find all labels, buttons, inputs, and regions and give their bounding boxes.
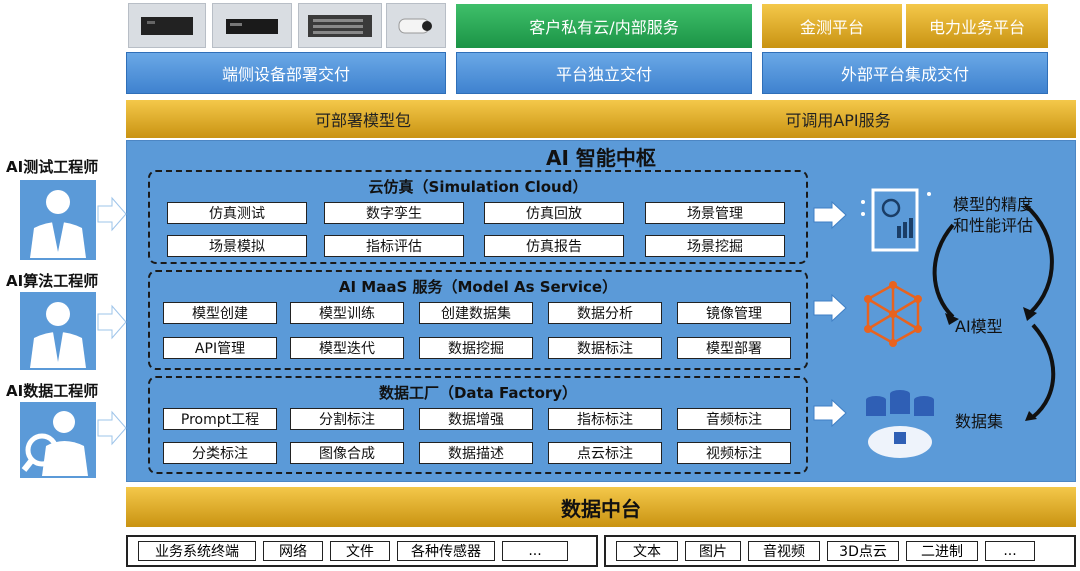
client-cloud-bar: 客户私有云/内部服务 [456,4,752,48]
external-delivery-bar: 外部平台集成交付 [762,52,1048,94]
edge-delivery-label: 端侧设备部署交付 [221,65,350,84]
mini-pc-icon [226,18,278,34]
model-package-bar: 可部署模型包 [126,100,600,138]
jince-label: 金测平台 [799,18,864,37]
simulation-title: 云仿真（Simulation Cloud） [368,178,588,196]
arrow-right-icon [813,398,847,428]
server-image [298,3,382,48]
arrow-right-icon [813,293,847,323]
source-item: 文件 [330,541,390,561]
source-item: 各种传感器 [397,541,495,561]
jince-bar: 金测平台 [762,4,902,48]
sim-cell: 指标评估 [324,235,464,257]
sim-cell: 场景模拟 [167,235,307,257]
neural-network-icon [864,281,922,347]
maas-cell: 模型迭代 [290,337,404,359]
test-engineer-avatar [20,180,96,260]
sim-cell: 仿真回放 [484,202,624,224]
sources-right-box: 文本 图片 音视频 3D点云 二进制 ... [604,535,1076,567]
maas-cell: 创建数据集 [419,302,533,324]
role-test-engineer: AI测试工程师 [6,158,99,176]
power-bar: 电力业务平台 [906,4,1048,48]
source-item: 文本 [616,541,678,561]
maas-cell: 数据分析 [548,302,662,324]
mini-pc-image [212,3,292,48]
person-icon [30,190,86,258]
factory-cell: 音频标注 [677,408,791,430]
power-label: 电力业务平台 [928,18,1025,37]
external-delivery-label: 外部平台集成交付 [840,65,969,84]
factory-cell: 指标标注 [548,408,662,430]
platform-delivery-bar: 平台独立交付 [456,52,752,94]
maas-cell: 镜像管理 [677,302,791,324]
maas-title: AI MaaS 服务（Model As Service） [338,278,618,296]
factory-cell: Prompt工程 [163,408,277,430]
data-center-label: 数据中台 [561,496,641,521]
api-service-bar: 可调用API服务 [600,100,1076,138]
sim-cell: 仿真报告 [484,235,624,257]
camera-icon [398,18,432,33]
factory-cell: 视频标注 [677,442,791,464]
api-service-label: 可调用API服务 [785,111,891,130]
arrow-right-icon [97,196,127,232]
maas-cell: 模型创建 [163,302,277,324]
factory-cell: 数据描述 [419,442,533,464]
sources-left-box: 业务系统终端 网络 文件 各种传感器 ... [126,535,598,567]
ai-hub-title: AI 智能中枢 [546,146,656,170]
sim-cell: 场景挖掘 [645,235,785,257]
source-item: 图片 [685,541,741,561]
maas-cell: 模型部署 [677,337,791,359]
magnifier-person-icon [21,411,88,476]
source-item: 业务系统终端 [138,541,256,561]
source-item: 音视频 [748,541,820,561]
sim-cell: 场景管理 [645,202,785,224]
factory-cell: 图像合成 [290,442,404,464]
factory-cell: 点云标注 [548,442,662,464]
data-engineer-avatar [20,402,96,478]
model-package-label: 可部署模型包 [314,111,411,130]
person-icon [30,302,86,368]
data-center-bar: 数据中台 [126,487,1076,527]
platform-delivery-label: 平台独立交付 [555,65,652,84]
source-item: ... [502,541,568,561]
edge-box-image [128,3,206,48]
server-icon [308,14,372,37]
sim-cell: 仿真测试 [167,202,307,224]
arrow-right-icon [813,200,847,230]
maas-cell: API管理 [163,337,277,359]
edge-delivery-bar: 端侧设备部署交付 [126,52,446,94]
edge-device-icon [141,16,193,35]
factory-title: 数据工厂（Data Factory） [378,384,578,402]
factory-cell: 数据增强 [419,408,533,430]
maas-cell: 模型训练 [290,302,404,324]
cycle-arrows-icon [932,203,1056,421]
role-data-engineer: AI数据工程师 [6,382,99,400]
role-algorithm-engineer: AI算法工程师 [6,272,99,290]
arrow-right-icon [97,304,127,340]
factory-cell: 分割标注 [290,408,404,430]
sim-cell: 数字孪生 [324,202,464,224]
maas-cell: 数据标注 [548,337,662,359]
source-item: ... [985,541,1035,561]
maas-cell: 数据挖掘 [419,337,533,359]
camera-image [386,3,446,48]
factory-cell: 分类标注 [163,442,277,464]
source-item: 3D点云 [827,541,899,561]
source-item: 二进制 [906,541,978,561]
source-item: 网络 [263,541,323,561]
algorithm-engineer-avatar [20,292,96,370]
arrow-right-icon [97,410,127,446]
client-cloud-label: 客户私有云/内部服务 [529,18,679,37]
